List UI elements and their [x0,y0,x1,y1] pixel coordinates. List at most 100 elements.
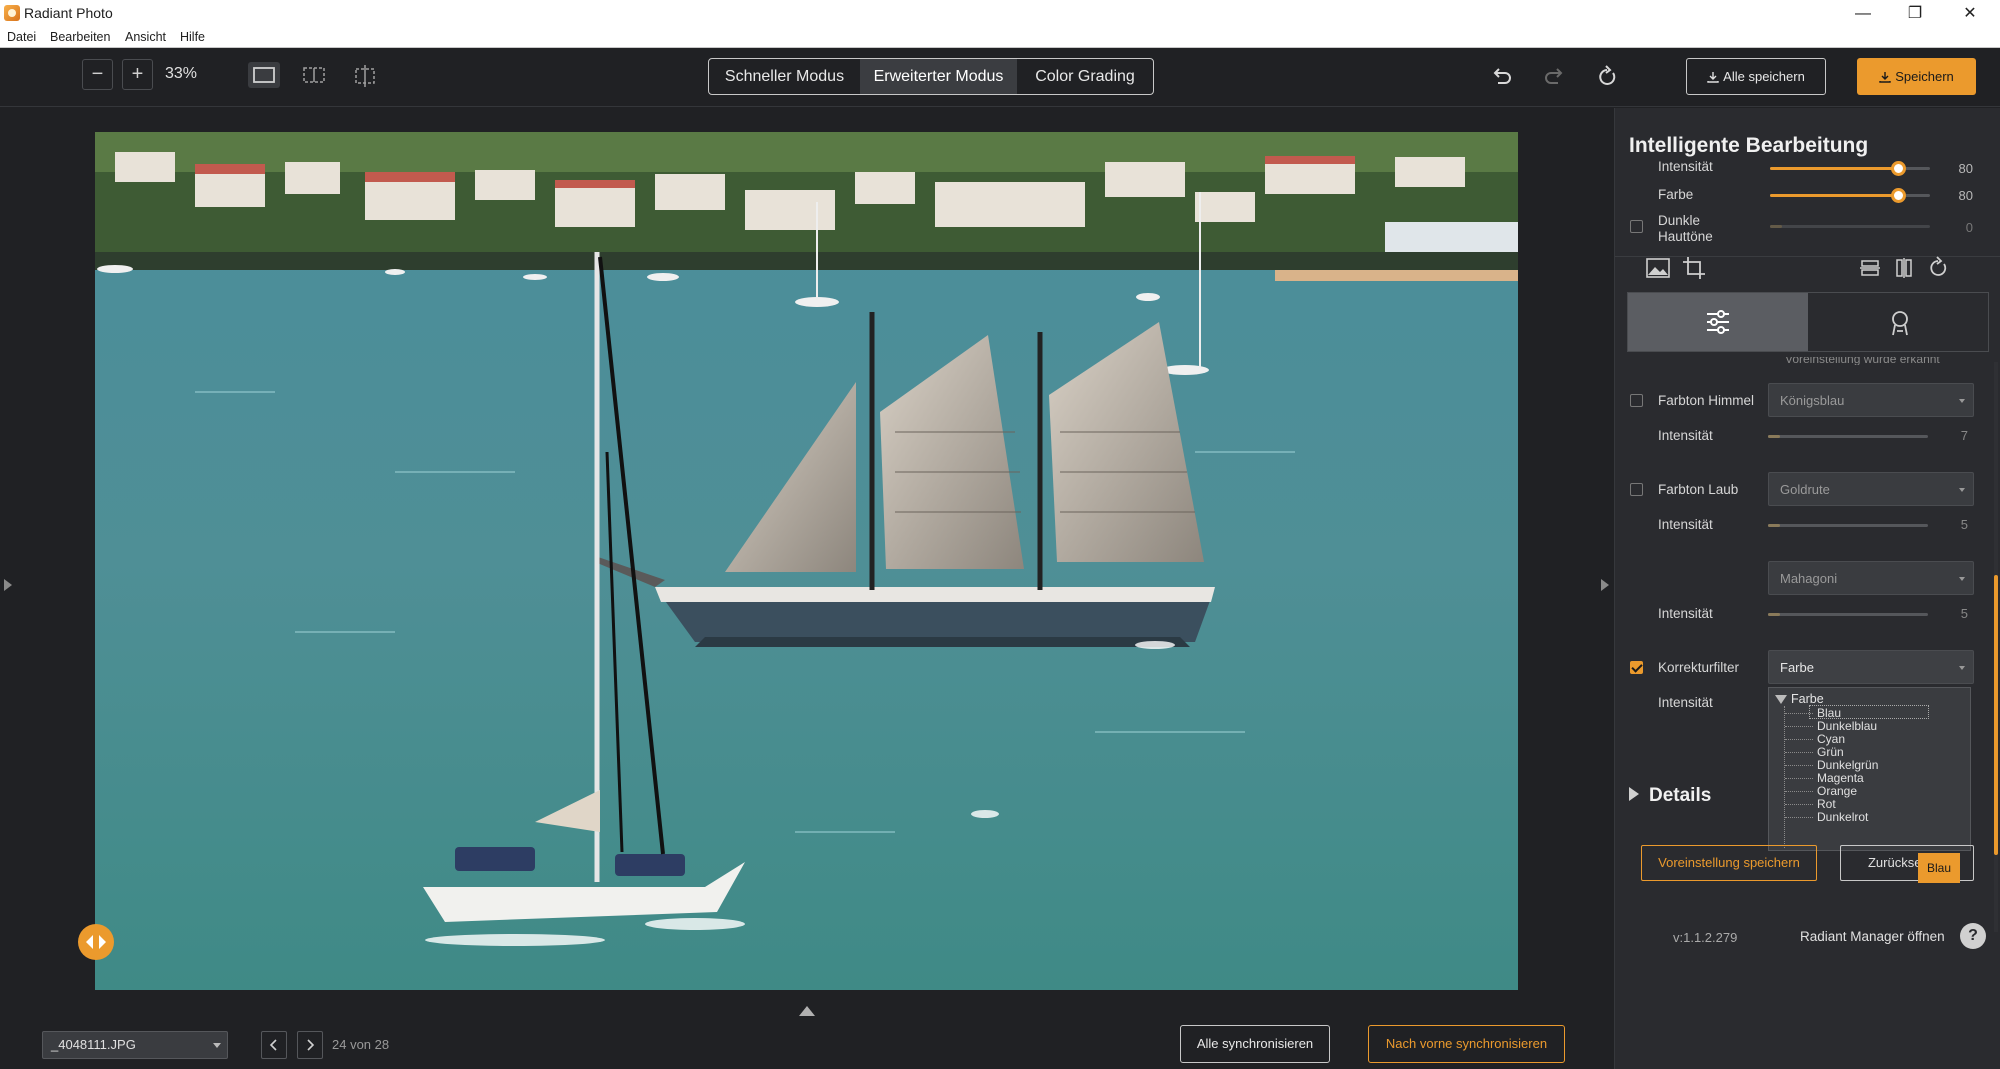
foliage-tone-checkbox[interactable] [1630,483,1643,496]
title-bar: Radiant Photo — ❐ ✕ [0,0,2000,27]
help-icon[interactable]: ? [1960,923,1986,949]
menu-ansicht[interactable]: Ansicht [125,30,166,44]
tree-item-grün[interactable]: Grün [1817,745,1844,759]
save-all-button[interactable]: Alle speichern [1686,58,1826,95]
correction-filter-select[interactable]: Farbe [1768,650,1974,684]
minimize-button[interactable]: — [1840,0,1886,27]
image-canvas: _4048111.JPG 24 von 28 Alle synchronisie… [0,108,1613,1069]
tab-advanced-mode[interactable]: Erweiterter Modus [860,59,1017,94]
filter-intensity-label: Intensität [1658,695,1713,710]
tree-item-dunkelblau[interactable]: Dunkelblau [1817,719,1877,733]
sky-intensity-slider[interactable] [1768,435,1928,438]
third-tone-select[interactable]: Mahagoni [1768,561,1974,595]
tab-color-grading[interactable]: Color Grading [1017,59,1153,94]
image-icon[interactable] [1645,255,1671,281]
tree-item-cyan[interactable]: Cyan [1817,732,1845,746]
foliage-tone-select[interactable]: Goldrute [1768,472,1974,506]
tree-item-magenta[interactable]: Magenta [1817,771,1864,785]
chevron-left-icon [269,1039,277,1051]
collapse-left-icon[interactable] [4,579,12,591]
expand-bottom-icon[interactable] [799,1006,815,1016]
zoom-out-button[interactable]: − [82,59,113,90]
dark-skin-slider[interactable] [1770,225,1930,228]
flip-vertical-icon[interactable] [1857,255,1883,281]
panel-tabs [1627,292,1989,352]
dark-skin-checkbox[interactable] [1630,220,1643,233]
color-slider[interactable] [1770,188,1930,203]
collapse-right-icon[interactable] [1601,579,1609,591]
filename-select[interactable]: _4048111.JPG [42,1031,228,1059]
sliders-icon [1707,310,1729,334]
zoom-in-button[interactable]: + [122,59,153,90]
previous-image-button[interactable] [261,1031,287,1059]
tree-line [1785,804,1813,805]
sky-intensity-value: 7 [1960,428,1968,443]
photo-preview[interactable] [95,132,1518,990]
tree-line [1785,713,1813,714]
tree-item-blau[interactable]: Blau [1817,706,1841,720]
foliage-intensity-slider[interactable] [1768,524,1928,527]
slider-knob[interactable] [1891,188,1906,203]
menu-bearbeiten[interactable]: Bearbeiten [50,30,110,44]
foliage-tone-label: Farbton Laub [1658,482,1739,497]
download-icon [1879,72,1891,83]
next-image-button[interactable] [297,1031,323,1059]
selection-tooltip: Blau [1918,853,1960,883]
maximize-button[interactable]: ❐ [1892,0,1938,27]
foliage-intensity-value: 5 [1960,517,1968,532]
panel-scroll-thumb[interactable] [1994,575,1998,855]
page-counter: 24 von 28 [332,1037,390,1052]
tab-quick-mode[interactable]: Schneller Modus [709,59,860,94]
correction-filter-checkbox[interactable] [1630,661,1643,674]
sync-all-button[interactable]: Alle synchronisieren [1180,1025,1330,1063]
tab-portrait[interactable] [1809,293,1990,351]
flip-horizontal-icon[interactable] [1891,255,1917,281]
tree-line [1785,765,1813,766]
chevron-down-icon [1959,577,1965,581]
preset-detected-text: Voreinstellung wurde erkannt [1785,357,1940,365]
tree-group-farbe[interactable]: Farbe [1775,692,1824,706]
intensity-slider[interactable] [1770,161,1930,176]
slider-knob[interactable] [1891,161,1906,176]
crop-icon[interactable] [1681,255,1707,281]
color-label: Farbe [1658,187,1694,202]
third-tone-value: Mahagoni [1780,571,1838,586]
chevron-right-icon [307,1039,315,1051]
intensity-value: 80 [1958,161,1973,176]
single-view-button[interactable] [248,62,280,88]
tree-item-rot[interactable]: Rot [1817,797,1836,811]
details-section[interactable]: Details [1629,785,1711,807]
sync-forward-button[interactable]: Nach vorne synchronisieren [1368,1025,1565,1063]
split-arrows-icon [86,935,106,949]
sky-tone-checkbox[interactable] [1630,394,1643,407]
split-view-button[interactable] [298,62,330,88]
tree-item-orange[interactable]: Orange [1817,784,1857,798]
close-window-button[interactable]: ✕ [1947,0,1993,27]
dark-skin-label: Dunkle Hauttöne [1658,213,1713,244]
version-label: v:1.1.2.279 [1673,930,1738,945]
toolbar: − + 33% Schneller Modus Erweiterter Modu… [0,48,2000,107]
undo-icon[interactable] [1489,64,1515,90]
save-button[interactable]: Speichern [1857,58,1976,95]
save-preset-button[interactable]: Voreinstellung speichern [1641,845,1817,881]
intensity-label: Intensität [1658,159,1713,174]
third-intensity-slider[interactable] [1768,613,1928,616]
menu-datei[interactable]: Datei [7,30,36,44]
split-view-icon [303,67,325,83]
redo-icon[interactable] [1541,64,1567,90]
tree-item-dunkelrot[interactable]: Dunkelrot [1817,810,1868,824]
correction-filter-value: Farbe [1780,660,1814,675]
menu-hilfe[interactable]: Hilfe [180,30,205,44]
reset-rotate-icon[interactable] [1594,64,1620,90]
zoom-level: 33% [165,65,198,82]
sky-tone-select[interactable]: Königsblau [1768,383,1974,417]
tree-item-dunkelgrün[interactable]: Dunkelgrün [1817,758,1878,772]
tab-adjustments[interactable] [1628,293,1808,351]
compare-view-button[interactable] [349,62,381,88]
open-manager-link[interactable]: Radiant Manager öffnen [1800,929,1945,944]
before-after-handle[interactable] [78,924,114,960]
compare-view-icon [355,65,375,87]
mode-switcher: Schneller Modus Erweiterter Modus Color … [708,58,1154,95]
rotate-icon[interactable] [1925,255,1951,281]
save-all-label: Alle speichern [1723,69,1805,84]
